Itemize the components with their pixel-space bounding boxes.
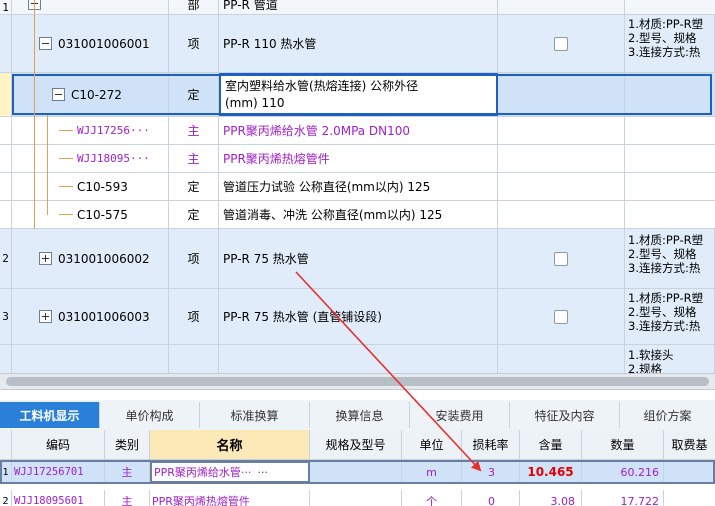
row-index: 1 xyxy=(0,0,12,14)
checkbox[interactable] xyxy=(554,310,568,324)
table-row[interactable]: C10-575 定 管道消毒、冲洗 公称直径(mm以内) 125 xyxy=(0,201,715,229)
col-fee-base[interactable]: 取费基 xyxy=(664,430,715,460)
tab-standard-conversion[interactable]: 标准换算 xyxy=(200,402,310,428)
table-row[interactable]: WJJ18095··· 主 PPR聚丙烯热熔管件 xyxy=(0,145,715,173)
more-button[interactable]: ··· xyxy=(257,466,268,479)
tab-unit-price[interactable]: 单价构成 xyxy=(100,402,200,428)
expand-icon[interactable] xyxy=(39,252,52,265)
table-row[interactable]: 3 031001006003 项 PP-R 75 热水管 (直管铺设段) 1.材… xyxy=(0,289,715,345)
table-row[interactable]: WJJ17256··· 主 PPR聚丙烯给水管 2.0MPa DN100 xyxy=(0,117,715,145)
table-row[interactable]: 031001006001 项 PP-R 110 热水管 1.材质:PP-R塑 2… xyxy=(0,15,715,73)
material-code: WJJ18095··· xyxy=(77,152,150,165)
tab-pricing-scheme[interactable]: 组价方案 xyxy=(620,402,715,428)
feature-text: 1.材质:PP-R塑 2.型号、规格 3.连接方式:热 xyxy=(625,289,715,344)
material-name[interactable]: PPR聚丙烯热熔管件 xyxy=(150,490,310,506)
row-index: 2 xyxy=(0,229,12,288)
tree-connector xyxy=(59,130,73,131)
item-code: 031001006001 xyxy=(58,36,150,51)
tab-material-display[interactable]: 工料机显示 xyxy=(0,402,100,428)
tree-connector xyxy=(59,214,73,215)
feature-text: 1.材质:PP-R塑 2.型号、规格 3.连接方式:热 xyxy=(625,229,715,288)
col-code[interactable]: 编码 xyxy=(12,430,105,460)
col-spec[interactable]: 规格及型号 xyxy=(310,430,402,460)
col-content[interactable]: 含量 xyxy=(520,430,582,460)
quota-name[interactable]: 管道压力试验 公称直径(mm以内) 125 xyxy=(219,173,498,200)
col-type[interactable]: 类别 xyxy=(105,430,150,460)
col-unit[interactable]: 单位 xyxy=(402,430,462,460)
name-editor[interactable]: PPR聚丙烯给水管··· ··· xyxy=(150,461,310,483)
horizontal-scrollbar[interactable] xyxy=(0,373,715,390)
col-quantity[interactable]: 数量 xyxy=(582,430,664,460)
table-row[interactable]: 1 部 PP-R 管道 xyxy=(0,0,715,15)
row-index: 1 xyxy=(0,461,12,483)
feature-text: 1.软接头 2.规格 xyxy=(625,345,715,373)
tab-conversion-info[interactable]: 换算信息 xyxy=(310,402,410,428)
tab-install-fee[interactable]: 安装费用 xyxy=(410,402,510,428)
material-code: WJJ17256··· xyxy=(77,124,150,137)
feature-text: 1.材质:PP-R塑 2.型号、规格 3.连接方式:热 xyxy=(625,15,715,72)
checkbox[interactable] xyxy=(554,252,568,266)
collapse-icon[interactable] xyxy=(39,37,52,50)
item-name[interactable]: PP-R 75 热水管 (直管铺设段) xyxy=(219,289,498,344)
table-row[interactable]: C10-593 定 管道压力试验 公称直径(mm以内) 125 xyxy=(0,173,715,201)
quota-name[interactable]: 管道消毒、冲洗 公称直径(mm以内) 125 xyxy=(219,201,498,228)
expand-icon[interactable] xyxy=(39,310,52,323)
tree-line xyxy=(47,115,48,215)
material-code[interactable]: WJJ17256701 xyxy=(12,461,105,483)
tab-features[interactable]: 特征及内容 xyxy=(510,402,620,428)
material-code[interactable]: WJJ18095601 xyxy=(12,490,105,506)
item-code: 031001006002 xyxy=(58,251,150,266)
material-name[interactable]: PPR聚丙烯给水管 2.0MPa DN100 xyxy=(219,117,498,144)
col-name[interactable]: 名称 xyxy=(150,430,310,460)
quota-code: C10-575 xyxy=(77,207,128,222)
quota-name-editor[interactable]: 室内塑料给水管(热熔连接) 公称外径 (mm) 110 xyxy=(219,73,498,116)
quota-code: C10-593 xyxy=(77,179,128,194)
collapse-icon[interactable] xyxy=(52,88,65,101)
tree-connector xyxy=(59,158,73,159)
quota-code: C10-272 xyxy=(71,87,122,102)
col-loss-rate[interactable]: 损耗率 xyxy=(462,430,520,460)
item-name[interactable]: PP-R 75 热水管 xyxy=(219,229,498,288)
material-name[interactable]: PPR聚丙烯热熔管件 xyxy=(219,145,498,172)
table-row[interactable]: 2 031001006002 项 PP-R 75 热水管 1.材质:PP-R塑 … xyxy=(0,229,715,289)
item-code: 031001006003 xyxy=(58,309,150,324)
tree-connector xyxy=(59,186,73,187)
scrollbar-thumb[interactable] xyxy=(6,377,709,386)
table-row-selected[interactable]: C10-272 定 室内塑料给水管(热熔连接) 公称外径 (mm) 110 xyxy=(0,73,715,117)
content-value[interactable]: 10.465 xyxy=(520,461,582,483)
table-row[interactable]: 2 WJJ18095601 主 PPR聚丙烯热熔管件 个 0 3.08 17.7… xyxy=(0,484,715,506)
table-row[interactable]: 1.软接头 2.规格 xyxy=(0,345,715,373)
loss-rate-value[interactable]: 3 xyxy=(462,461,520,483)
item-name[interactable]: PP-R 110 热水管 xyxy=(219,15,498,72)
checkbox[interactable] xyxy=(554,37,568,51)
row-index: 3 xyxy=(0,289,12,344)
